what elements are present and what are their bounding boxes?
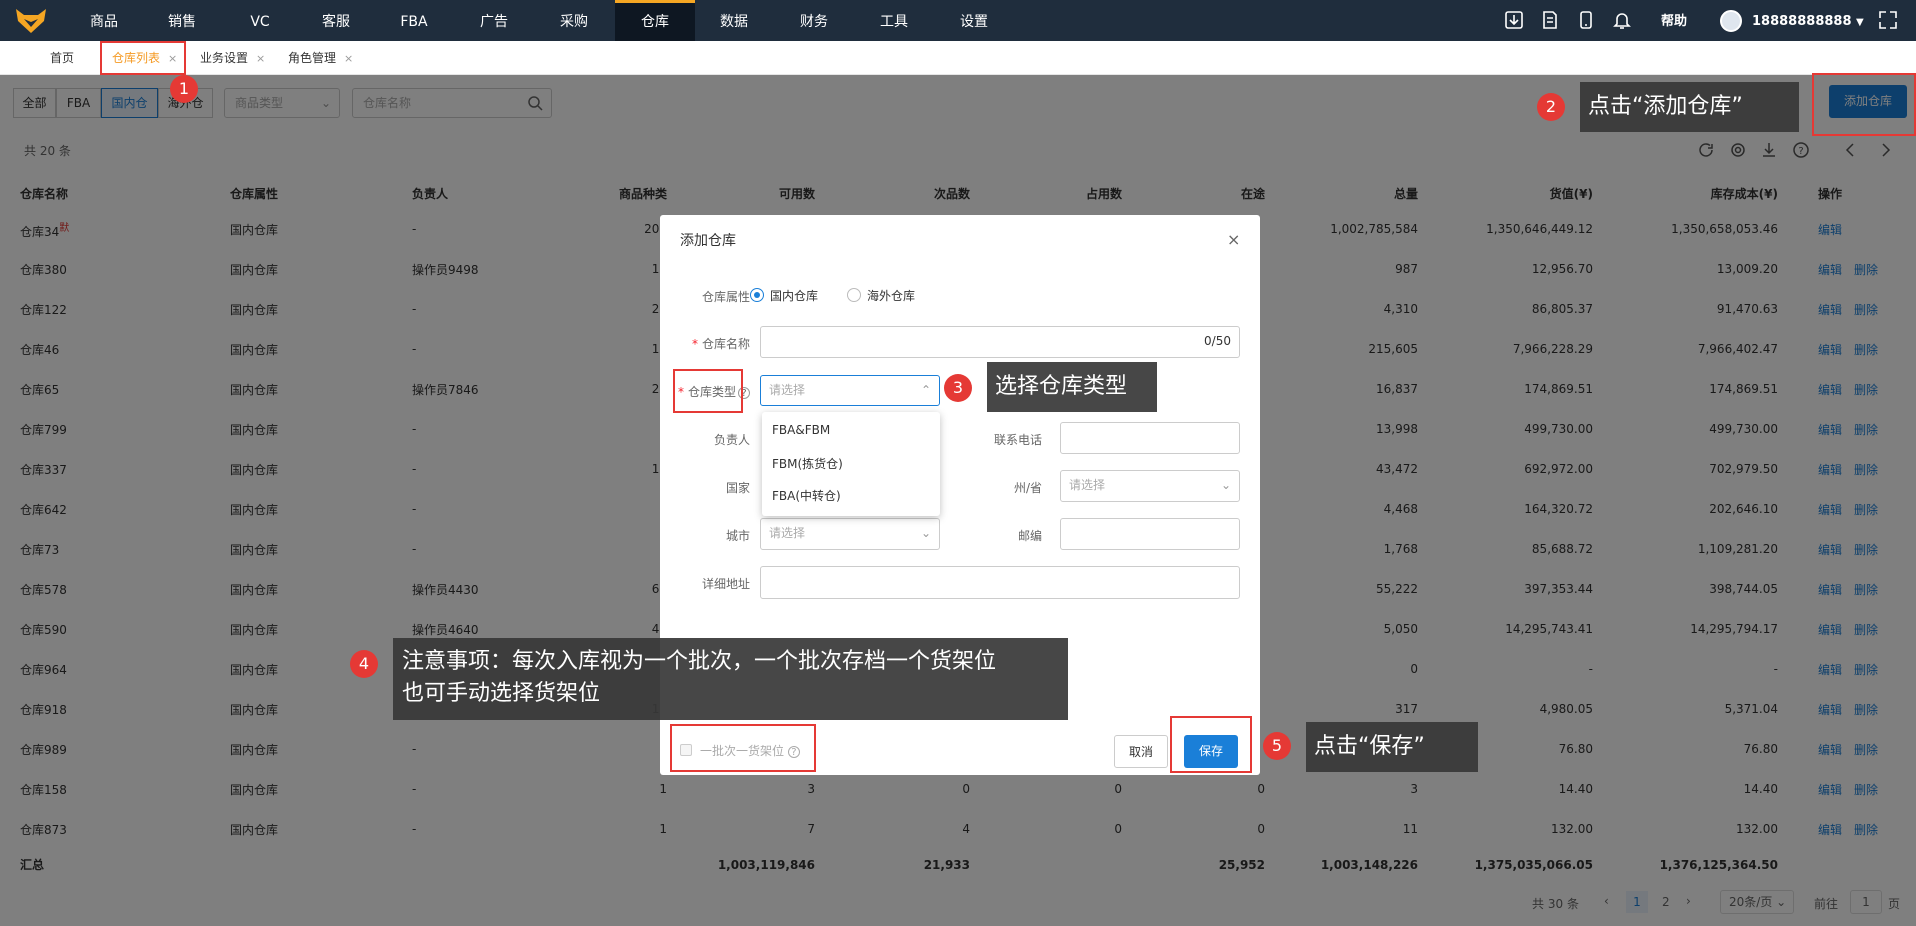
nav-item-settings[interactable]: 设置 [942, 0, 1006, 41]
nav-item-purchase[interactable]: 采购 [542, 0, 606, 41]
page-tabs: 首页 仓库列表 × 业务设置 × 角色管理 × [0, 41, 1916, 75]
nav-item-vc[interactable]: VC [228, 0, 292, 41]
tab-label: 业务设置 [200, 51, 249, 65]
nav-item-ads[interactable]: 广告 [462, 0, 526, 41]
country-label: 国家 [725, 481, 750, 495]
avatar[interactable] [1720, 10, 1742, 32]
nav-item-service[interactable]: 客服 [304, 0, 368, 41]
step-badge-2: 2 [1537, 93, 1565, 121]
fox-logo-icon[interactable] [16, 7, 46, 34]
callout-4-line1: 注意事项：每次入库视为一个批次，一个批次存档一个货架位 [402, 649, 997, 674]
callout-5: 点击“保存” [1306, 722, 1478, 772]
help-link[interactable]: 帮助 [1661, 0, 1687, 44]
caret-down-icon: ▼ [1856, 17, 1864, 28]
nav-item-tools[interactable]: 工具 [862, 0, 926, 41]
nav-item-sales[interactable]: 销售 [150, 0, 214, 41]
nav-item-fba[interactable]: FBA [382, 0, 446, 41]
callout-2: 点击“添加仓库” [1580, 82, 1799, 132]
top-navbar: 商品 销售 VC 客服 FBA 广告 采购 仓库 数据 财务 工具 设置 帮助 … [0, 0, 1916, 41]
type-placeholder: 请选择 [769, 383, 806, 397]
document-icon[interactable] [1540, 10, 1560, 30]
username-text: 18888888888 [1752, 14, 1852, 29]
radio-overseas[interactable] [847, 288, 861, 302]
bell-icon[interactable] [1612, 10, 1632, 30]
city-placeholder: 请选择 [769, 526, 806, 540]
step-badge-1: 1 [170, 75, 198, 103]
nav-item-finance[interactable]: 财务 [782, 0, 846, 41]
name-counter: 0/50 [1204, 334, 1231, 348]
warehouse-type-select[interactable]: 请选择 ⌃ [760, 375, 940, 406]
download-icon[interactable] [1504, 10, 1524, 30]
state-placeholder: 请选择 [1069, 478, 1106, 492]
nav-item-goods[interactable]: 商品 [72, 0, 136, 41]
highlight-box-type [673, 369, 743, 413]
radio-overseas-label[interactable]: 海外仓库 [867, 287, 915, 304]
zip-label: 邮编 [1017, 529, 1042, 543]
mobile-icon[interactable] [1576, 10, 1596, 30]
tab-business-settings[interactable]: 业务设置 × [200, 41, 265, 75]
highlight-box-tab [100, 41, 186, 75]
attr-label: 仓库属性 [701, 290, 750, 304]
highlight-box-add [1812, 73, 1916, 136]
name-label: * 仓库名称 [691, 337, 750, 351]
close-icon[interactable]: × [256, 52, 265, 65]
name-label-text: 仓库名称 [701, 337, 750, 351]
phone-input[interactable] [1060, 422, 1240, 454]
state-label: 州/省 [1013, 481, 1042, 495]
dropdown-option-fbm[interactable]: FBM(拣货仓) [772, 455, 843, 472]
chevron-down-icon: ⌄ [920, 526, 931, 540]
nav-item-data[interactable]: 数据 [702, 0, 766, 41]
radio-domestic-label[interactable]: 国内仓库 [770, 287, 818, 304]
owner-label: 负责人 [713, 433, 750, 447]
fullscreen-icon[interactable] [1878, 10, 1898, 30]
dialog-title: 添加仓库 [680, 233, 736, 249]
city-label: 城市 [725, 529, 750, 543]
step-badge-4: 4 [350, 650, 378, 678]
dropdown-option-fba[interactable]: FBA(中转仓) [772, 487, 841, 504]
tab-role-management[interactable]: 角色管理 × [288, 41, 353, 75]
radio-domestic[interactable] [750, 288, 764, 302]
tab-label: 角色管理 [288, 51, 337, 65]
cancel-button[interactable]: 取消 [1114, 735, 1168, 768]
tab-label: 首页 [50, 51, 75, 65]
warehouse-name-input[interactable]: 0/50 [760, 326, 1240, 358]
dropdown-option-fba-fbm[interactable]: FBA&FBM [772, 423, 830, 437]
warehouse-type-dropdown: FBA&FBM FBM(拣货仓) FBA(中转仓) [762, 412, 940, 516]
callout-4: 注意事项：每次入库视为一个批次，一个批次存档一个货架位 也可手动选择货架位 [393, 638, 1068, 720]
chevron-up-icon: ⌃ [920, 383, 931, 397]
step-badge-5: 5 [1263, 732, 1291, 760]
state-select[interactable]: 请选择 ⌄ [1060, 470, 1240, 502]
highlight-box-checkbox [670, 724, 816, 772]
zip-input[interactable] [1060, 518, 1240, 550]
close-icon[interactable]: × [1227, 230, 1240, 249]
chevron-down-icon: ⌄ [1220, 478, 1231, 492]
username[interactable]: 18888888888 ▼ [1752, 0, 1864, 45]
step-badge-3: 3 [944, 374, 972, 402]
close-icon[interactable]: × [344, 52, 353, 65]
highlight-box-save [1170, 716, 1252, 773]
tab-home[interactable]: 首页 [50, 41, 74, 75]
callout-3: 选择仓库类型 [987, 362, 1157, 412]
phone-label: 联系电话 [993, 433, 1042, 447]
city-select[interactable]: 请选择 ⌄ [760, 518, 940, 550]
nav-item-warehouse[interactable]: 仓库 [615, 0, 695, 41]
address-input[interactable] [760, 566, 1240, 599]
callout-4-line2: 也可手动选择货架位 [402, 681, 601, 706]
address-label: 详细地址 [701, 577, 750, 591]
